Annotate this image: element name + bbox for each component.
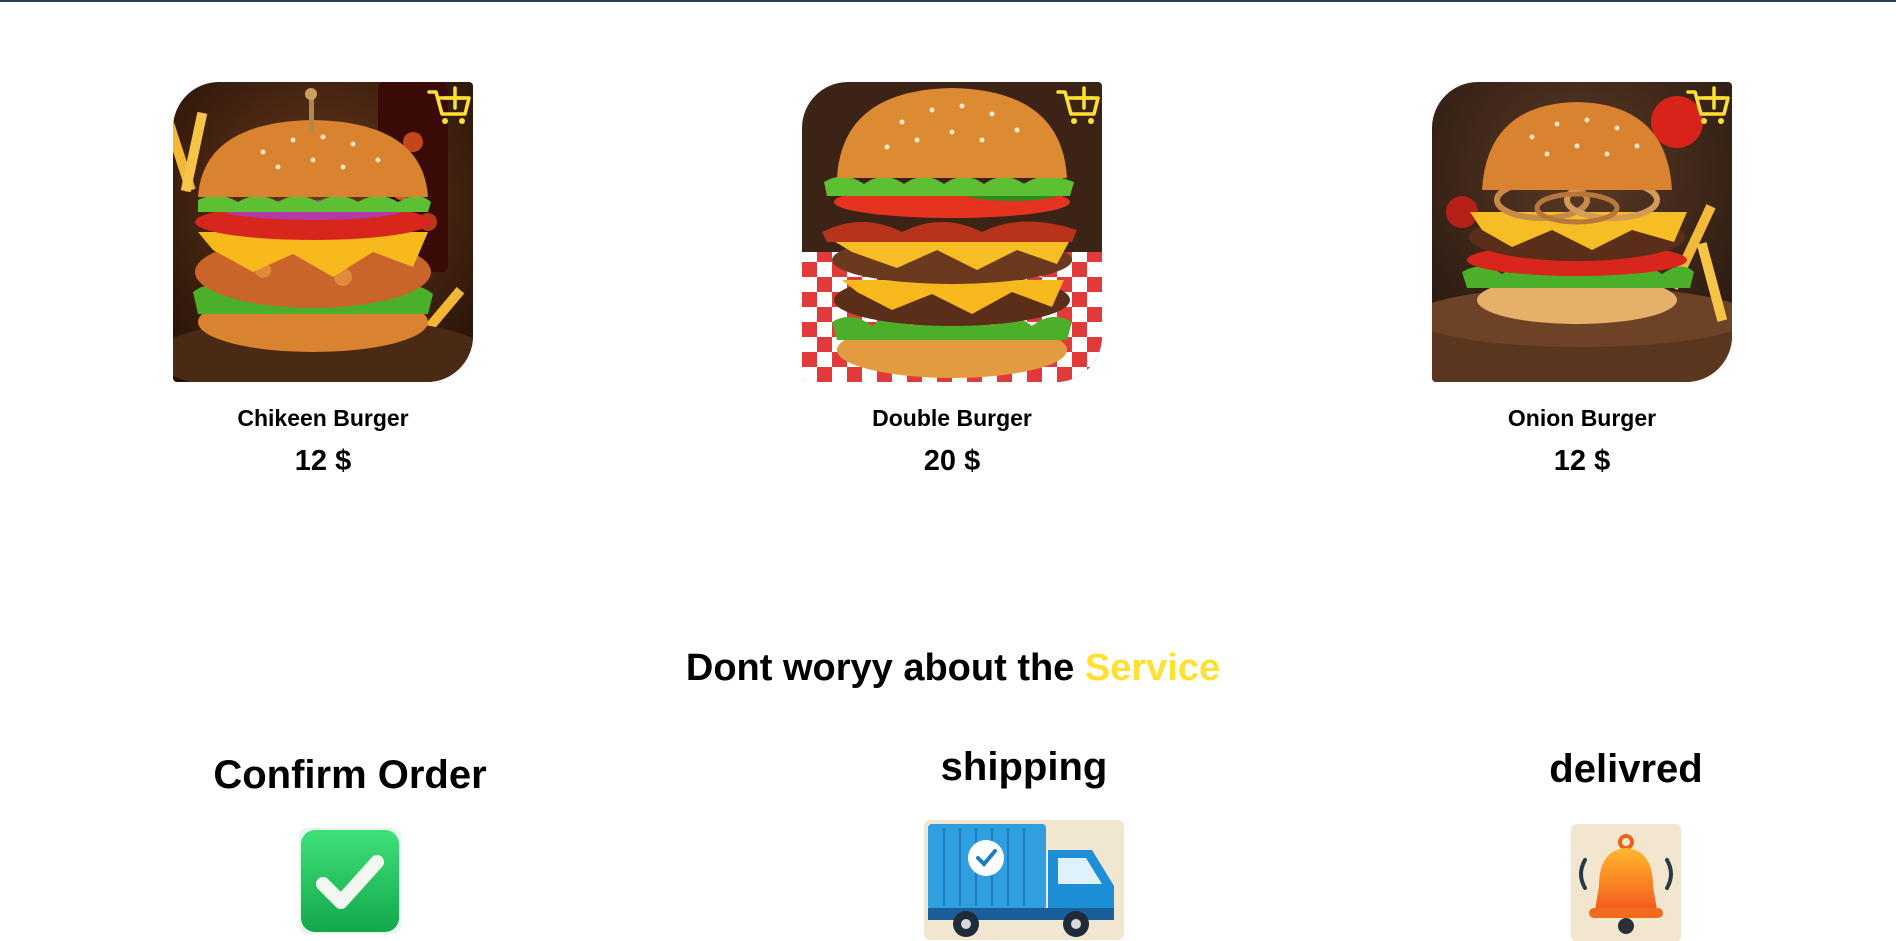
bell-icon xyxy=(1571,824,1681,941)
product-name: Chikeen Burger xyxy=(237,405,409,431)
product-card: Chikeen Burger 12 $ xyxy=(173,82,473,477)
product-image-chicken-burger xyxy=(173,82,473,382)
product-card: Double Burger 20 $ xyxy=(802,82,1102,477)
page: Chikeen Burger 12 $ Double Burger 20 $ O… xyxy=(0,0,1896,941)
burger-image xyxy=(1432,82,1732,382)
add-to-cart-button[interactable] xyxy=(427,86,471,126)
add-to-cart-icon xyxy=(1686,86,1730,124)
product-card: Onion Burger 12 $ xyxy=(1432,82,1732,477)
step-title: delivred xyxy=(1549,747,1703,791)
header-bottom-border xyxy=(0,0,1896,2)
product-price: 20 $ xyxy=(923,445,981,477)
step-title: shipping xyxy=(940,745,1108,789)
service-step-delivred: delivred xyxy=(1476,744,1776,941)
product-name: Double Burger xyxy=(872,405,1032,431)
checkmark-icon xyxy=(299,828,401,934)
product-price: 12 $ xyxy=(294,445,352,477)
step-title: Confirm Order xyxy=(213,753,487,797)
add-to-cart-button[interactable] xyxy=(1056,86,1100,126)
add-to-cart-icon xyxy=(427,86,471,124)
service-section-title: Dont woryy about the Service xyxy=(0,640,1896,696)
service-title-accent: Service xyxy=(1084,647,1221,689)
service-step-confirm-order: Confirm Order xyxy=(200,750,500,934)
product-image-onion-burger xyxy=(1432,82,1732,382)
delivery-truck-icon xyxy=(924,820,1124,940)
product-image-double-burger xyxy=(802,82,1102,382)
burger-image xyxy=(173,82,473,382)
add-to-cart-button[interactable] xyxy=(1686,86,1730,126)
add-to-cart-icon xyxy=(1056,86,1100,124)
product-price: 12 $ xyxy=(1553,445,1611,477)
service-step-shipping: shipping xyxy=(874,742,1174,940)
service-title-prefix: Dont woryy about the xyxy=(685,647,1075,689)
burger-image xyxy=(802,82,1102,382)
product-name: Onion Burger xyxy=(1507,405,1657,431)
